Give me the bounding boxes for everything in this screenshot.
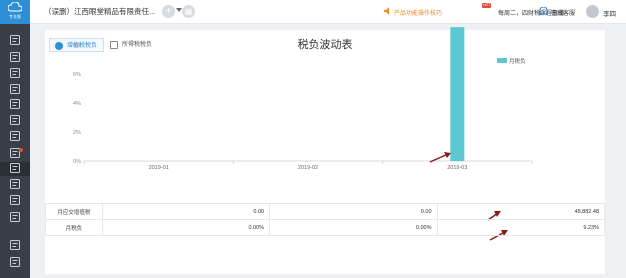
- ledger-icon[interactable]: [9, 115, 21, 125]
- legend-label: 月税负: [509, 59, 526, 65]
- logo-label: 专业版: [9, 14, 21, 19]
- table-cell: 0.00: [101, 203, 271, 220]
- grid-icon[interactable]: ▦: [182, 5, 195, 18]
- avatar[interactable]: [586, 5, 599, 18]
- company-selector[interactable]: （误删）江西眼堂精品有限责任...: [44, 6, 155, 17]
- app-logo[interactable]: 专业版: [0, 0, 30, 24]
- y-tick-label: 4%: [73, 101, 81, 107]
- legend-swatch: [497, 58, 507, 63]
- inbox-icon[interactable]: [9, 240, 21, 250]
- y-tick-label: 8%: [73, 43, 81, 49]
- x-tick-label: 2019-01: [149, 165, 169, 171]
- y-tick-label: 0%: [73, 159, 81, 165]
- voucher-icon[interactable]: [9, 52, 21, 62]
- table-cell: 0.00: [269, 203, 438, 220]
- export-icon[interactable]: [9, 257, 21, 267]
- y-tick-label: 2%: [73, 130, 81, 136]
- online-service-link[interactable]: 在线客服: [551, 8, 575, 17]
- table-row: 月应交增值税 0.00 0.00 48,882.48: [45, 203, 606, 220]
- y-tick-label: 6%: [73, 72, 81, 78]
- x-tick-label: 2019-03: [447, 165, 467, 171]
- speaker-icon: [384, 7, 389, 15]
- bar: [450, 27, 465, 161]
- sidebar: 专业版: [0, 0, 30, 278]
- add-icon[interactable]: +: [162, 5, 175, 18]
- cloud-icon: [7, 1, 23, 12]
- tax-burden-chart: 0%2%4%6%8%10%2019-012019-022019-03: [73, 27, 533, 171]
- headset-icon: [539, 7, 548, 15]
- report-icon[interactable]: [9, 179, 21, 189]
- dashboard-icon[interactable]: [9, 35, 21, 45]
- x-tick-label: 2019-02: [298, 165, 318, 171]
- promo-link[interactable]: 产品功能操作技巧: [394, 8, 442, 17]
- settings-icon[interactable]: [9, 212, 21, 222]
- mail-icon[interactable]: [9, 195, 21, 205]
- tax-analysis-icon[interactable]: [9, 163, 21, 173]
- hot-badge: HOT: [482, 3, 492, 8]
- table-cell: 0.00%: [269, 219, 438, 236]
- notification-dot: [19, 148, 23, 152]
- bank-icon[interactable]: [9, 131, 21, 141]
- user-name[interactable]: 李四: [603, 8, 616, 18]
- row-label: 月应交增值税: [45, 203, 103, 220]
- chart-icon[interactable]: [9, 68, 21, 78]
- table-cell: 9.23%: [436, 219, 606, 236]
- top-bar: （误删）江西眼堂精品有限责任... + ▦ 产品功能操作技巧 HOT 每周二，四…: [30, 0, 626, 24]
- doc-icon[interactable]: [9, 99, 21, 109]
- table-cell: 48,882.48: [436, 203, 606, 220]
- table-row: 月税负 0.00% 0.00% 9.23%: [45, 219, 606, 236]
- tax-burden-table: 月应交增值税 0.00 0.00 48,882.48 月税负 0.00% 0.0…: [45, 203, 606, 236]
- row-label: 月税负: [45, 219, 103, 236]
- table-cell: 0.00%: [101, 219, 271, 236]
- invoice-icon[interactable]: [9, 84, 21, 94]
